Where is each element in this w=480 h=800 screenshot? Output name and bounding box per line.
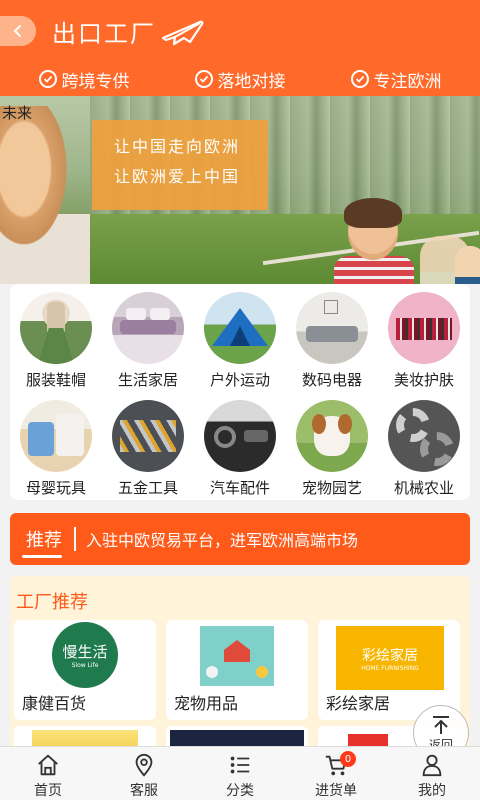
logo-subtext: HOME FURNISHING [361,664,419,672]
benefit-label: 落地对接 [217,71,286,92]
recommend-tag: 推荐 [10,526,62,558]
category-image [112,292,184,364]
nav-home[interactable]: 首页 [0,747,96,800]
benefit-label: 跨境专供 [61,71,130,92]
bottom-nav: 首页 客服 分类 0 进货单 我的 [0,746,480,800]
check-circle-icon [194,70,213,88]
check-circle-icon [350,70,369,88]
category-digital[interactable]: 数码电器 [286,292,378,390]
category-beauty[interactable]: 美妆护肤 [378,292,470,390]
nav-label: 我的 [418,783,446,799]
airplane-icon [161,20,204,46]
back-button[interactable] [0,16,36,46]
banner-child-left [0,106,90,284]
arrow-up-icon [433,715,449,734]
category-auto[interactable]: 汽车配件 [194,400,286,498]
slogan-line: 让欧洲爱上中国 [114,167,241,186]
category-hardware[interactable]: 五金工具 [102,400,194,498]
factory-card[interactable]: 慢生活 Slow Life 康健百货 [14,620,156,720]
category-pet[interactable]: 宠物园艺 [286,400,378,498]
recommend-ticker[interactable]: 推荐 入驻中欧贸易平台，进军欧洲高端市场 [10,513,470,565]
benefits-bar: 跨境专供 落地对接 专注欧洲 [0,62,480,96]
user-icon [422,754,442,777]
category-label: 五金工具 [117,479,178,497]
category-machinery[interactable]: 机械农业 [378,400,470,498]
category-image [20,292,92,364]
factory-logo: 慢生活 Slow Life [52,622,118,688]
category-label: 汽车配件 [209,479,270,497]
category-image [112,400,184,472]
factory-logo [200,626,274,686]
factory-name: 康健百货 [22,694,87,713]
category-image [296,400,368,472]
list-icon [230,756,250,774]
category-image [204,292,276,364]
cart-badge: 0 [340,751,356,767]
category-image [388,400,460,472]
category-label: 户外运动 [209,371,270,389]
factory-logo: 彩绘家居 HOME FURNISHING [336,626,444,690]
nav-label: 客服 [130,783,158,799]
category-home[interactable]: 生活家居 [102,292,194,390]
nav-category[interactable]: 分类 [192,747,288,800]
check-circle-icon [38,70,57,88]
factory-card[interactable]: 宠物用品 [166,620,308,720]
category-label: 宠物园艺 [301,479,362,497]
nav-profile[interactable]: 我的 [384,747,480,800]
page-title: 出口工厂 [52,20,156,48]
category-label: 美妆护肤 [393,371,454,389]
location-pin-icon [135,753,153,777]
banner-watermark: 未来 [2,104,33,122]
ticker-text: 入驻中欧贸易平台，进军欧洲高端市场 [86,531,359,550]
category-outdoor[interactable]: 户外运动 [194,292,286,390]
category-label: 机械农业 [393,479,454,497]
logo-text: 慢生活 [62,643,108,661]
banner-child-main [330,194,420,284]
benefit-item: 落地对接 [194,67,286,92]
nav-label: 进货单 [315,783,357,799]
slogan-line: 让中国走向欧洲 [114,137,241,156]
category-image [204,400,276,472]
home-icon [38,754,58,776]
banner-child-far [455,246,480,284]
factory-name: 宠物用品 [174,694,239,713]
category-label: 母婴玩具 [25,479,86,497]
category-baby[interactable]: 母婴玩具 [10,400,102,498]
category-grid: 服装鞋帽 生活家居 户外运动 数码电器 美妆护肤 母婴玩具 五金工具 汽车配件 … [10,284,470,500]
factory-name: 彩绘家居 [326,694,391,713]
category-image [388,292,460,364]
banner-slogan: 让中国走向欧洲 让欧洲爱上中国 [92,120,268,210]
nav-label: 分类 [226,783,254,799]
benefit-label: 专注欧洲 [373,71,442,92]
category-image [296,292,368,364]
category-image [20,400,92,472]
app-header: 出口工厂 [0,0,480,62]
ticker-divider [74,527,76,551]
nav-service[interactable]: 客服 [96,747,192,800]
benefit-item: 跨境专供 [38,67,130,92]
nav-label: 首页 [34,783,62,799]
category-label: 数码电器 [301,371,362,389]
promo-banner[interactable]: 未来 让中国走向欧洲 让欧洲爱上中国 [0,96,480,284]
nav-cart[interactable]: 0 进货单 [288,747,384,800]
benefit-item: 专注欧洲 [350,67,442,92]
category-label: 服装鞋帽 [25,371,86,389]
logo-subtext: Slow Life [71,662,99,669]
factory-section-title: 工厂推荐 [16,592,88,613]
category-label: 生活家居 [117,371,178,389]
logo-text: 彩绘家居 [362,647,418,664]
category-clothing[interactable]: 服装鞋帽 [10,292,102,390]
chevron-left-icon [13,25,21,37]
